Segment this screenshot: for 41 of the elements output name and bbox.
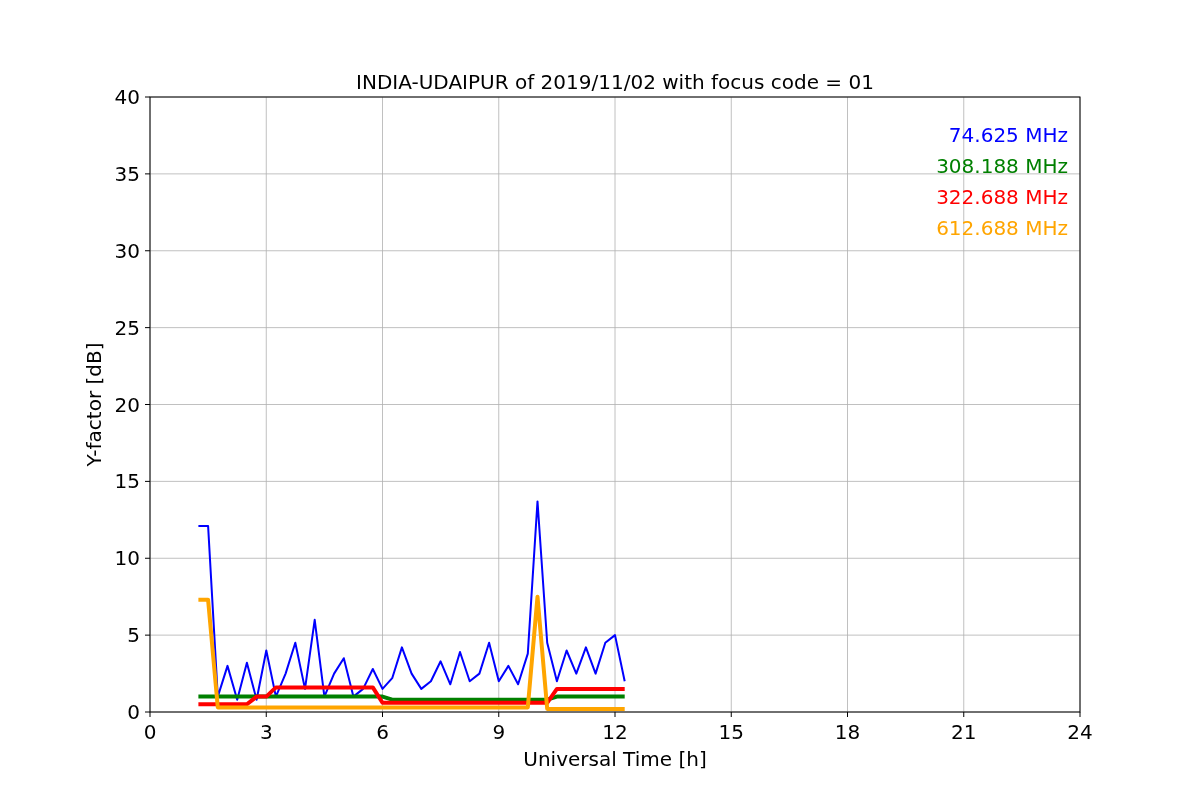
- tick-label: 18: [834, 720, 861, 744]
- tick-label: 10: [114, 546, 140, 571]
- legend-label: 308.188 MHz: [936, 154, 1068, 178]
- legend-label: 612.688 MHz: [936, 216, 1068, 240]
- tick-label: 9: [492, 720, 506, 744]
- tick-mark: [144, 173, 151, 175]
- tick-label: 20: [114, 392, 140, 417]
- tick-mark: [144, 480, 151, 482]
- tick-mark: [498, 711, 500, 718]
- tick-mark: [144, 327, 151, 329]
- tick-label: 0: [127, 700, 140, 724]
- tick-label: 25: [114, 315, 140, 340]
- tick-mark: [144, 250, 151, 252]
- tick-label: 12: [602, 720, 628, 744]
- tick-mark: [847, 711, 848, 718]
- tick-mark: [614, 711, 616, 718]
- tick-mark: [144, 96, 151, 98]
- legend-label: 322.688 MHz: [936, 185, 1068, 209]
- tick-label: 15: [718, 720, 744, 744]
- tick-mark: [963, 711, 965, 718]
- x-axis-label: Universal Time [h]: [523, 747, 707, 771]
- tick-label: 5: [127, 623, 140, 648]
- tick-mark: [144, 557, 151, 559]
- tick-mark: [1079, 711, 1081, 718]
- tick-label: 0: [143, 720, 157, 744]
- tick-label: 21: [951, 720, 977, 744]
- legend-label: 74.625 MHz: [948, 123, 1068, 147]
- tick-label: 6: [376, 720, 389, 744]
- tick-label: 3: [259, 720, 273, 744]
- tick-label: 30: [114, 238, 140, 263]
- tick-label: 24: [1067, 720, 1093, 744]
- tick-label: 15: [114, 469, 140, 494]
- tick-mark: [382, 711, 383, 718]
- tick-label: 35: [114, 161, 140, 186]
- tick-mark: [144, 634, 151, 636]
- tick-label: 40: [114, 85, 140, 109]
- tick-mark: [265, 711, 267, 718]
- y-axis-label: Y-factor [dB]: [82, 342, 106, 467]
- chart-title: INDIA-UDAIPUR of 2019/11/02 with focus code = 01: [356, 70, 874, 94]
- tick-mark: [730, 711, 732, 718]
- tick-mark: [144, 404, 151, 405]
